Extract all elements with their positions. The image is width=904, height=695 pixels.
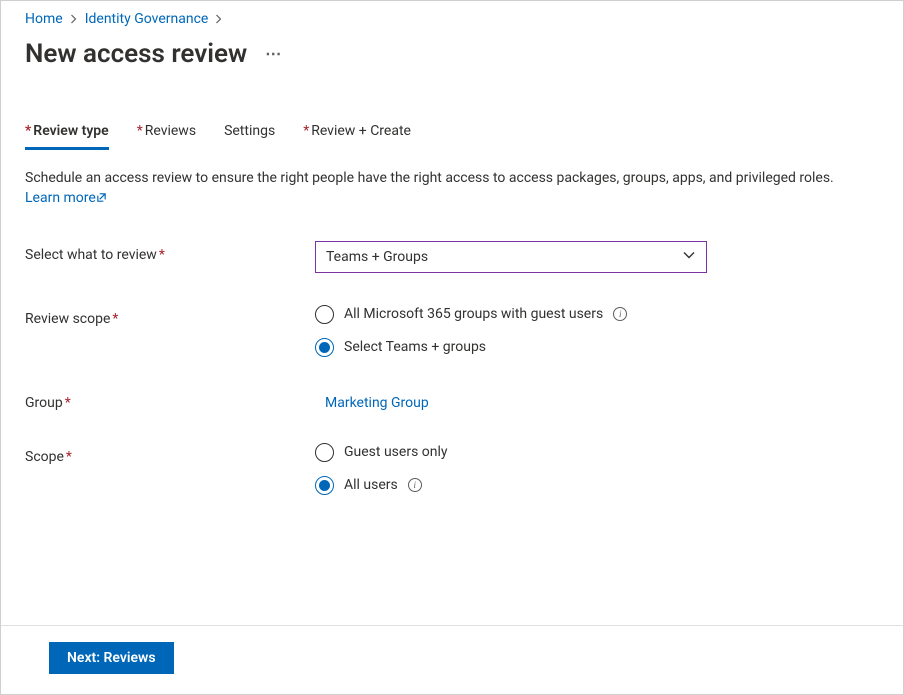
radio-icon — [315, 443, 334, 462]
required-asterisk: * — [159, 247, 165, 263]
tab-label: Settings — [224, 123, 275, 139]
radio-label: All Microsoft 365 groups with guest user… — [344, 306, 603, 322]
learn-more-text: Learn more — [25, 190, 96, 206]
label-group: Group* — [25, 389, 295, 411]
tab-review-type[interactable]: *Review type — [25, 123, 109, 150]
chevron-right-icon — [214, 14, 224, 24]
label-select-review: Select what to review* — [25, 241, 295, 263]
radio-all-m365-groups[interactable]: All Microsoft 365 groups with guest user… — [315, 305, 879, 324]
description-text: Schedule an access review to ensure the … — [25, 170, 834, 186]
external-link-icon — [96, 190, 107, 206]
description: Schedule an access review to ensure the … — [25, 168, 879, 209]
radio-all-users[interactable]: All users i — [315, 476, 879, 495]
row-scope: Scope* Guest users only All users i — [25, 443, 879, 495]
select-value: Teams + Groups — [326, 249, 428, 265]
info-icon[interactable]: i — [613, 307, 627, 321]
radio-icon — [315, 338, 334, 357]
radio-label: All users — [344, 477, 398, 493]
next-reviews-button[interactable]: Next: Reviews — [49, 642, 174, 674]
radio-select-teams-groups[interactable]: Select Teams + groups — [315, 338, 879, 357]
select-what-to-review-dropdown[interactable]: Teams + Groups — [315, 241, 707, 273]
page-title-row: New access review ⋯ — [25, 39, 879, 69]
tab-label: Review type — [33, 123, 108, 139]
page-title: New access review — [25, 39, 247, 69]
group-link[interactable]: Marketing Group — [325, 395, 879, 411]
tab-settings[interactable]: Settings — [224, 123, 275, 150]
radio-icon — [315, 476, 334, 495]
label-review-scope: Review scope* — [25, 305, 295, 327]
tab-review-create[interactable]: *Review + Create — [303, 123, 411, 150]
required-asterisk: * — [303, 123, 309, 139]
form: Select what to review* Teams + Groups Re… — [25, 241, 879, 495]
required-asterisk: * — [137, 123, 143, 139]
tab-reviews[interactable]: *Reviews — [137, 123, 196, 150]
radio-label: Select Teams + groups — [344, 339, 486, 355]
row-review-scope: Review scope* All Microsoft 365 groups w… — [25, 305, 879, 357]
radio-label: Guest users only — [344, 444, 448, 460]
required-asterisk: * — [112, 311, 118, 327]
required-asterisk: * — [65, 395, 71, 411]
required-asterisk: * — [25, 123, 31, 139]
row-select-review: Select what to review* Teams + Groups — [25, 241, 879, 273]
tab-label: Reviews — [145, 123, 196, 139]
breadcrumb-home[interactable]: Home — [25, 11, 63, 27]
radio-guest-users-only[interactable]: Guest users only — [315, 443, 879, 462]
label-scope: Scope* — [25, 443, 295, 465]
learn-more-link[interactable]: Learn more — [25, 190, 107, 206]
breadcrumb: Home Identity Governance — [25, 11, 879, 27]
footer: Next: Reviews — [1, 625, 903, 694]
breadcrumb-identity-governance[interactable]: Identity Governance — [85, 11, 209, 27]
info-icon[interactable]: i — [408, 478, 422, 492]
radio-icon — [315, 305, 334, 324]
chevron-right-icon — [69, 14, 79, 24]
tabs: *Review type *Reviews Settings *Review +… — [25, 123, 879, 150]
chevron-down-icon — [682, 248, 696, 266]
row-group: Group* Marketing Group — [25, 389, 879, 411]
more-actions-icon[interactable]: ⋯ — [263, 44, 284, 64]
tab-label: Review + Create — [311, 123, 411, 139]
required-asterisk: * — [66, 449, 72, 465]
